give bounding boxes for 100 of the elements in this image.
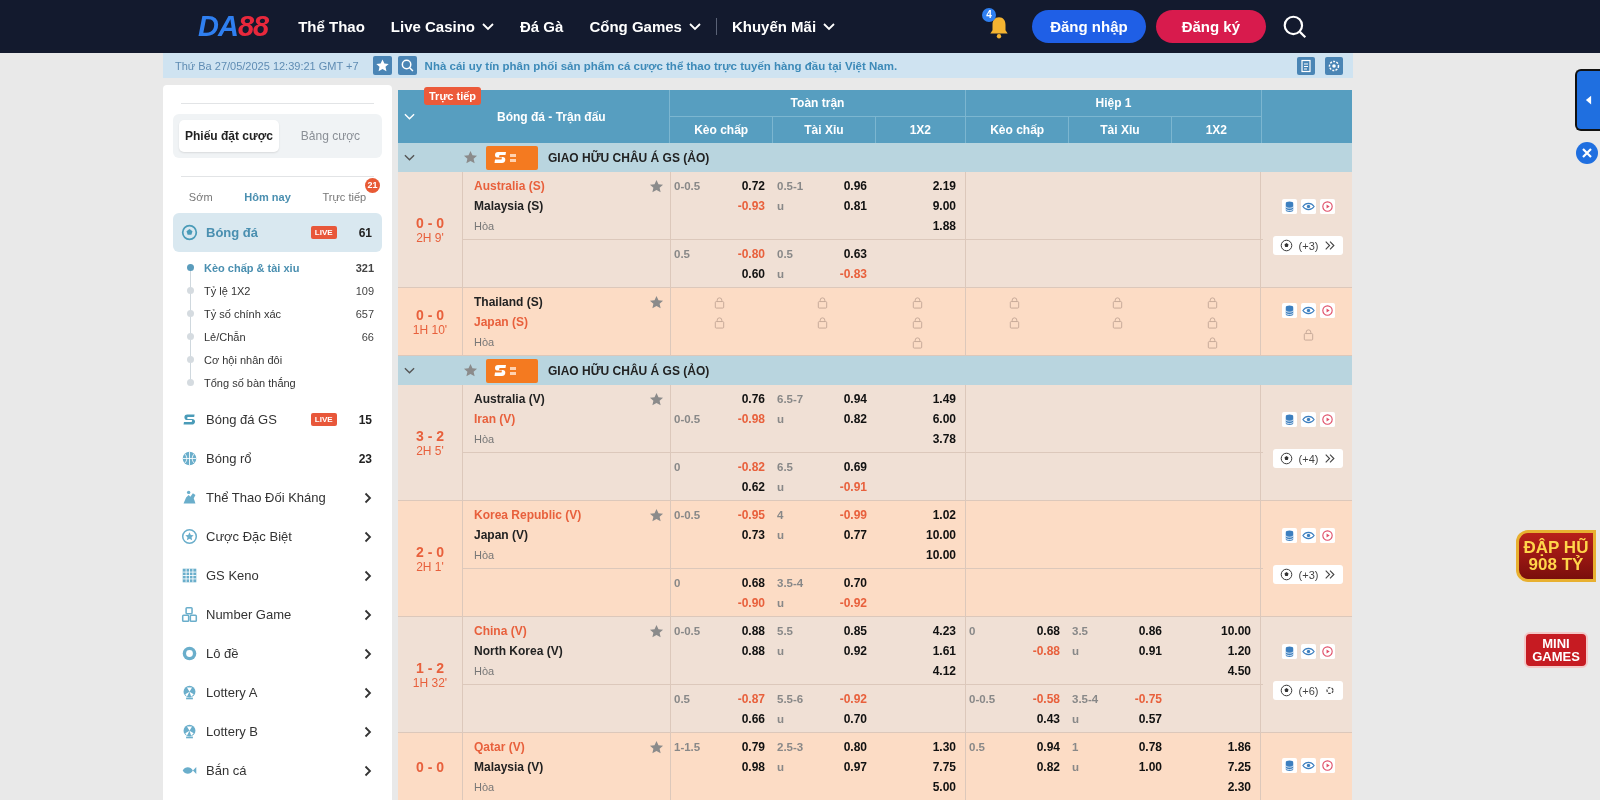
odds-value[interactable]: 0.73 — [741, 528, 765, 542]
odds-value[interactable]: 0.62 — [741, 480, 765, 494]
league-row[interactable]: GIAO HỮU CHÂU Á GS (ẢO) — [398, 356, 1352, 385]
odds-value[interactable]: 4.23 — [932, 624, 956, 638]
eye-icon[interactable] — [1300, 643, 1316, 659]
odds-value[interactable]: 4.12 — [932, 664, 956, 678]
market-item[interactable]: Tỷ lệ 1X2 109 — [187, 279, 382, 302]
period-tab[interactable]: Hôm nay — [238, 187, 297, 207]
odds-value[interactable]: 0.68 — [1036, 624, 1060, 638]
odds-value[interactable]: 0.88 — [741, 644, 765, 658]
odds-value[interactable]: 7.25 — [1227, 760, 1251, 774]
stats-icon[interactable] — [1281, 527, 1297, 543]
odds-value[interactable]: 1.49 — [932, 392, 956, 406]
odds-value[interactable]: 1.30 — [932, 740, 956, 754]
promo-badge[interactable]: MINI GAMES — [1524, 632, 1588, 668]
odds-value[interactable]: 1.86 — [1227, 740, 1251, 754]
more-markets-button[interactable]: (+3) — [1272, 236, 1344, 255]
sport-item[interactable]: Bóng đá GS LIVE 15 — [173, 400, 382, 439]
odds-value[interactable]: 4.50 — [1227, 664, 1251, 678]
stats-icon[interactable] — [1281, 198, 1297, 214]
star-icon[interactable] — [649, 294, 664, 310]
search-button[interactable] — [397, 56, 417, 75]
nav-link[interactable]: Thể Thao — [298, 18, 365, 35]
market-item[interactable]: Tỷ số chính xác 657 — [187, 302, 382, 325]
document-icon[interactable] — [1297, 56, 1315, 75]
sport-item[interactable]: Lottery B — [173, 712, 382, 751]
odds-value[interactable]: 0.63 — [843, 247, 867, 261]
odds-value[interactable]: 0.94 — [843, 392, 867, 406]
sport-item[interactable]: Cược Đặc Biệt — [173, 517, 382, 556]
eye-icon[interactable] — [1300, 527, 1316, 543]
odds-value[interactable]: 9.00 — [932, 199, 956, 213]
market-item[interactable]: Kèo chấp & tài xiu 321 — [187, 256, 382, 279]
sport-item[interactable]: Bóng rổ 23 — [173, 439, 382, 478]
logo[interactable]: DA88 — [198, 10, 269, 43]
sport-item[interactable]: GS Keno — [173, 556, 382, 595]
period-tab[interactable]: Sớm — [182, 187, 219, 207]
stats-icon[interactable] — [1281, 411, 1297, 427]
odds-value[interactable]: 1.20 — [1227, 644, 1251, 658]
odds-value[interactable]: 0.70 — [843, 576, 867, 590]
odds-value[interactable]: 1.88 — [932, 219, 956, 233]
play-icon[interactable] — [1319, 643, 1335, 659]
odds-value[interactable]: 0.77 — [843, 528, 867, 542]
chevron-down-icon[interactable] — [404, 153, 415, 162]
star-icon[interactable] — [649, 507, 664, 523]
odds-value[interactable]: 0.80 — [843, 740, 867, 754]
sport-item[interactable]: Number Game — [173, 595, 382, 634]
promo-badge[interactable]: ĐẬP HŨ 908 TỶ — [1516, 530, 1596, 582]
sidebar-tab[interactable]: Phiếu đặt cược — [179, 120, 279, 152]
more-markets-button[interactable]: (+4) — [1272, 449, 1344, 468]
odds-value[interactable]: 0.76 — [741, 392, 765, 406]
side-panel-tab[interactable] — [1575, 69, 1600, 131]
sport-item[interactable]: Thể Thao Đối Kháng — [173, 478, 382, 517]
odds-value[interactable]: 0.82 — [1036, 760, 1060, 774]
star-icon[interactable] — [463, 150, 478, 165]
register-button[interactable]: Đăng ký — [1155, 10, 1266, 43]
odds-value[interactable]: 1.02 — [932, 508, 956, 522]
odds-value[interactable]: 10.00 — [925, 528, 956, 542]
login-button[interactable]: Đăng nhập — [1032, 10, 1146, 43]
odds-value[interactable]: 0.66 — [741, 712, 765, 726]
market-item[interactable]: Lẻ/Chẵn 66 — [187, 325, 382, 348]
eye-icon[interactable] — [1300, 302, 1316, 318]
odds-value[interactable]: 0.88 — [741, 624, 765, 638]
stats-icon[interactable] — [1281, 302, 1297, 318]
sport-item[interactable]: Bóng đá LIVE 61 — [173, 213, 382, 252]
odds-value[interactable]: 1.00 — [1138, 760, 1162, 774]
star-icon[interactable] — [649, 739, 664, 755]
stats-icon[interactable] — [1281, 643, 1297, 659]
star-icon[interactable] — [649, 623, 664, 639]
odds-value[interactable]: 0.94 — [1036, 740, 1060, 754]
nav-link[interactable]: Đá Gà — [520, 18, 564, 35]
settings-icon[interactable] — [1325, 56, 1343, 75]
odds-value[interactable]: 3.78 — [932, 432, 956, 446]
favorite-button[interactable] — [372, 56, 392, 75]
odds-value[interactable]: 0.72 — [741, 179, 765, 193]
odds-value[interactable]: 10.00 — [925, 548, 956, 562]
odds-value[interactable]: 0.91 — [1138, 644, 1162, 658]
close-icon[interactable] — [1575, 141, 1599, 165]
star-icon[interactable] — [649, 391, 664, 407]
play-icon[interactable] — [1319, 302, 1335, 318]
nav-link[interactable]: Khuyến Mãi — [715, 18, 836, 35]
odds-value[interactable]: 0.97 — [843, 760, 867, 774]
star-icon[interactable] — [463, 363, 478, 378]
odds-value[interactable]: 0.92 — [843, 644, 867, 658]
eye-icon[interactable] — [1300, 198, 1316, 214]
odds-value[interactable]: 0.82 — [843, 412, 867, 426]
more-markets-button[interactable]: (+6) — [1272, 681, 1344, 700]
sport-item[interactable]: Bắn cá — [173, 751, 382, 790]
odds-value[interactable]: 0.78 — [1138, 740, 1162, 754]
eye-icon[interactable] — [1300, 758, 1316, 773]
odds-value[interactable]: 0.68 — [741, 576, 765, 590]
eye-icon[interactable] — [1300, 411, 1316, 427]
odds-value[interactable]: 5.00 — [932, 780, 956, 794]
odds-value[interactable]: 0.81 — [843, 199, 867, 213]
sport-item[interactable]: Lottery A — [173, 673, 382, 712]
more-markets-button[interactable]: (+3) — [1272, 565, 1344, 584]
search-icon[interactable] — [1282, 13, 1308, 40]
stats-icon[interactable] — [1281, 758, 1297, 773]
odds-value[interactable]: 0.96 — [843, 179, 867, 193]
odds-value[interactable]: 0.98 — [741, 760, 765, 774]
play-icon[interactable] — [1319, 527, 1335, 543]
